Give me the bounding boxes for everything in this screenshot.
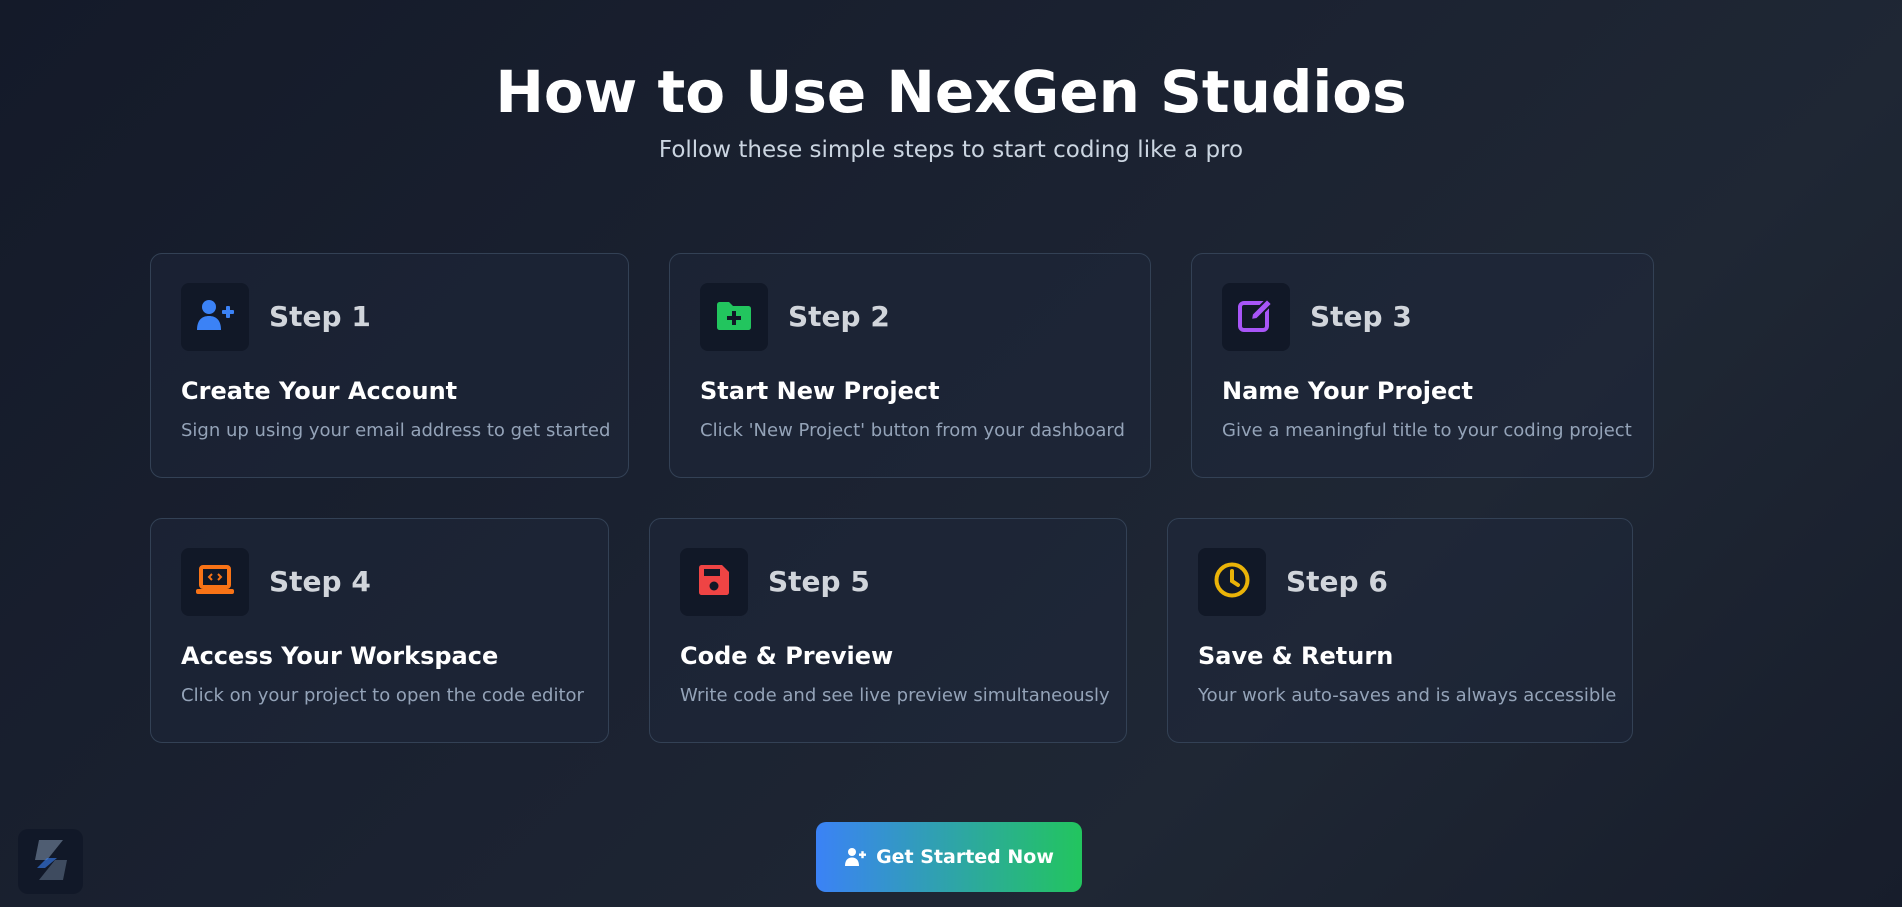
step-card-5: Step 5 Code & Preview Write code and see… [649,518,1127,743]
step-card-2: Step 2 Start New Project Click 'New Proj… [669,253,1151,478]
save-icon [697,563,731,601]
step-label: Step 2 [788,300,890,333]
step-card-1: Step 1 Create Your Account Sign up using… [150,253,629,478]
folder-plus-icon [715,299,753,335]
step-description: Your work auto-saves and is always acces… [1198,685,1617,706]
step-icon-box [1222,283,1290,351]
step-description: Click on your project to open the code e… [181,685,584,706]
app-badge[interactable] [18,829,83,894]
step-description: Sign up using your email address to get … [181,420,611,441]
app-logo-icon [31,838,71,886]
page-title: How to Use NexGen Studios [495,58,1407,126]
get-started-button[interactable]: Get Started Now [816,822,1082,892]
laptop-code-icon [195,564,235,600]
step-card-header: Step 3 [1222,283,1653,351]
step-title: Start New Project [700,377,940,405]
clock-icon [1213,561,1251,603]
user-plus-icon [195,298,235,336]
step-card-header: Step 5 [680,548,1126,616]
step-title: Create Your Account [181,377,458,405]
step-title: Name Your Project [1222,377,1473,405]
step-title: Code & Preview [680,642,894,670]
edit-icon [1237,296,1275,338]
user-plus-icon [844,846,867,868]
step-description: Click 'New Project' button from your das… [700,420,1125,441]
step-description: Give a meaningful title to your coding p… [1222,420,1632,441]
step-icon-box [700,283,768,351]
step-title: Save & Return [1198,642,1394,670]
step-card-header: Step 4 [181,548,608,616]
step-icon-box [680,548,748,616]
step-label: Step 3 [1310,300,1412,333]
step-card-6: Step 6 Save & Return Your work auto-save… [1167,518,1633,743]
step-card-header: Step 2 [700,283,1150,351]
step-title: Access Your Workspace [181,642,499,670]
step-icon-box [181,283,249,351]
step-label: Step 4 [269,565,371,598]
step-label: Step 1 [269,300,371,333]
get-started-label: Get Started Now [876,846,1054,868]
step-description: Write code and see live preview simultan… [680,685,1110,706]
step-card-header: Step 1 [181,283,628,351]
step-card-3: Step 3 Name Your Project Give a meaningf… [1191,253,1654,478]
step-icon-box [1198,548,1266,616]
hero-section: How to Use NexGen Studios Follow these s… [0,54,1902,168]
page: How to Use NexGen Studios Follow these s… [0,0,1902,907]
step-icon-box [181,548,249,616]
page-subtitle: Follow these simple steps to start codin… [658,137,1244,163]
step-label: Step 6 [1286,565,1388,598]
step-label: Step 5 [768,565,870,598]
step-card-header: Step 6 [1198,548,1632,616]
step-card-4: Step 4 Access Your Workspace Click on yo… [150,518,609,743]
